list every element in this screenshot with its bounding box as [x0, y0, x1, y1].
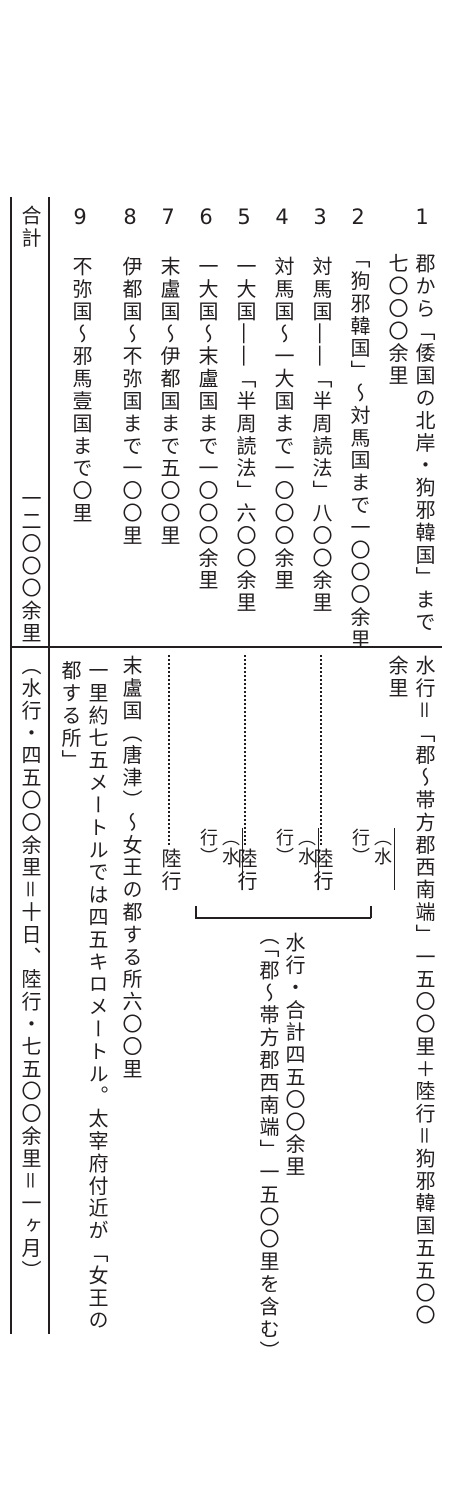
- row-text: 郡から「倭国の北岸・狗邪韓国」まで七〇〇〇余里: [385, 253, 436, 634]
- water-total-note: （「郡～帯方郡西南端」一五〇〇里を含む）: [256, 925, 280, 1363]
- leg-water: （水行）: [272, 828, 319, 890]
- dotted-line: [168, 655, 170, 845]
- water-total: 水行・合計四五〇〇余里: [282, 932, 306, 1179]
- row-text: 対馬国～一大国まで一〇〇〇余里: [271, 256, 295, 592]
- row-text: 一大国～末盧国まで一〇〇〇余里: [195, 256, 219, 592]
- total-label: 合計: [18, 205, 42, 250]
- row-number: 2: [351, 205, 365, 229]
- row-number: 9: [73, 205, 87, 229]
- leg-water: （水行）: [196, 828, 243, 890]
- matsura-to-capital: 末盧国（唐津）～女王の都する所六〇〇里: [119, 655, 143, 1081]
- leg-land: 陸行: [158, 848, 182, 893]
- row-text: 伊都国～不弥国まで一〇〇里: [119, 256, 143, 548]
- row-number: 1: [415, 205, 429, 229]
- section-divider: [10, 646, 442, 648]
- row-text: 末盧国～伊都国まで五〇〇里: [157, 256, 181, 548]
- distance-note: 一里約七五メートルでは四五キロメートル。太宰府付近が「女王の都する所」: [58, 660, 109, 1332]
- row-number: 4: [275, 205, 289, 229]
- leg-water: （水行）: [348, 828, 395, 890]
- left-border: [10, 197, 12, 1334]
- row-text: 対馬国――「半周読法」八〇〇余里: [309, 256, 333, 615]
- total-value: 一二〇〇〇余里: [18, 488, 42, 645]
- route-summary: 水行＝「郡～帯方郡西南端」一五〇〇里＋陸行＝狗邪韓国五五〇〇余里: [385, 655, 436, 1327]
- row-number: 7: [161, 205, 175, 229]
- row-number: 6: [199, 205, 213, 229]
- row-text: 一大国――「半周読法」六〇〇余里: [233, 256, 257, 615]
- row-text: 「狗邪韓国」～対馬国まで一〇〇〇余里: [347, 248, 371, 652]
- grand-total-note: （水行・四五〇〇余里＝十日、陸行・七五〇〇余里＝一ヶ月）: [18, 655, 42, 1283]
- row-text: 不弥国～邪馬壹国まで〇里: [69, 256, 93, 525]
- row-number: 3: [313, 205, 327, 229]
- row-number: 8: [123, 205, 137, 229]
- dotted-line: [244, 655, 246, 845]
- row-number: 5: [237, 205, 251, 229]
- dotted-line: [320, 655, 322, 845]
- total-column-divider: [48, 197, 50, 1334]
